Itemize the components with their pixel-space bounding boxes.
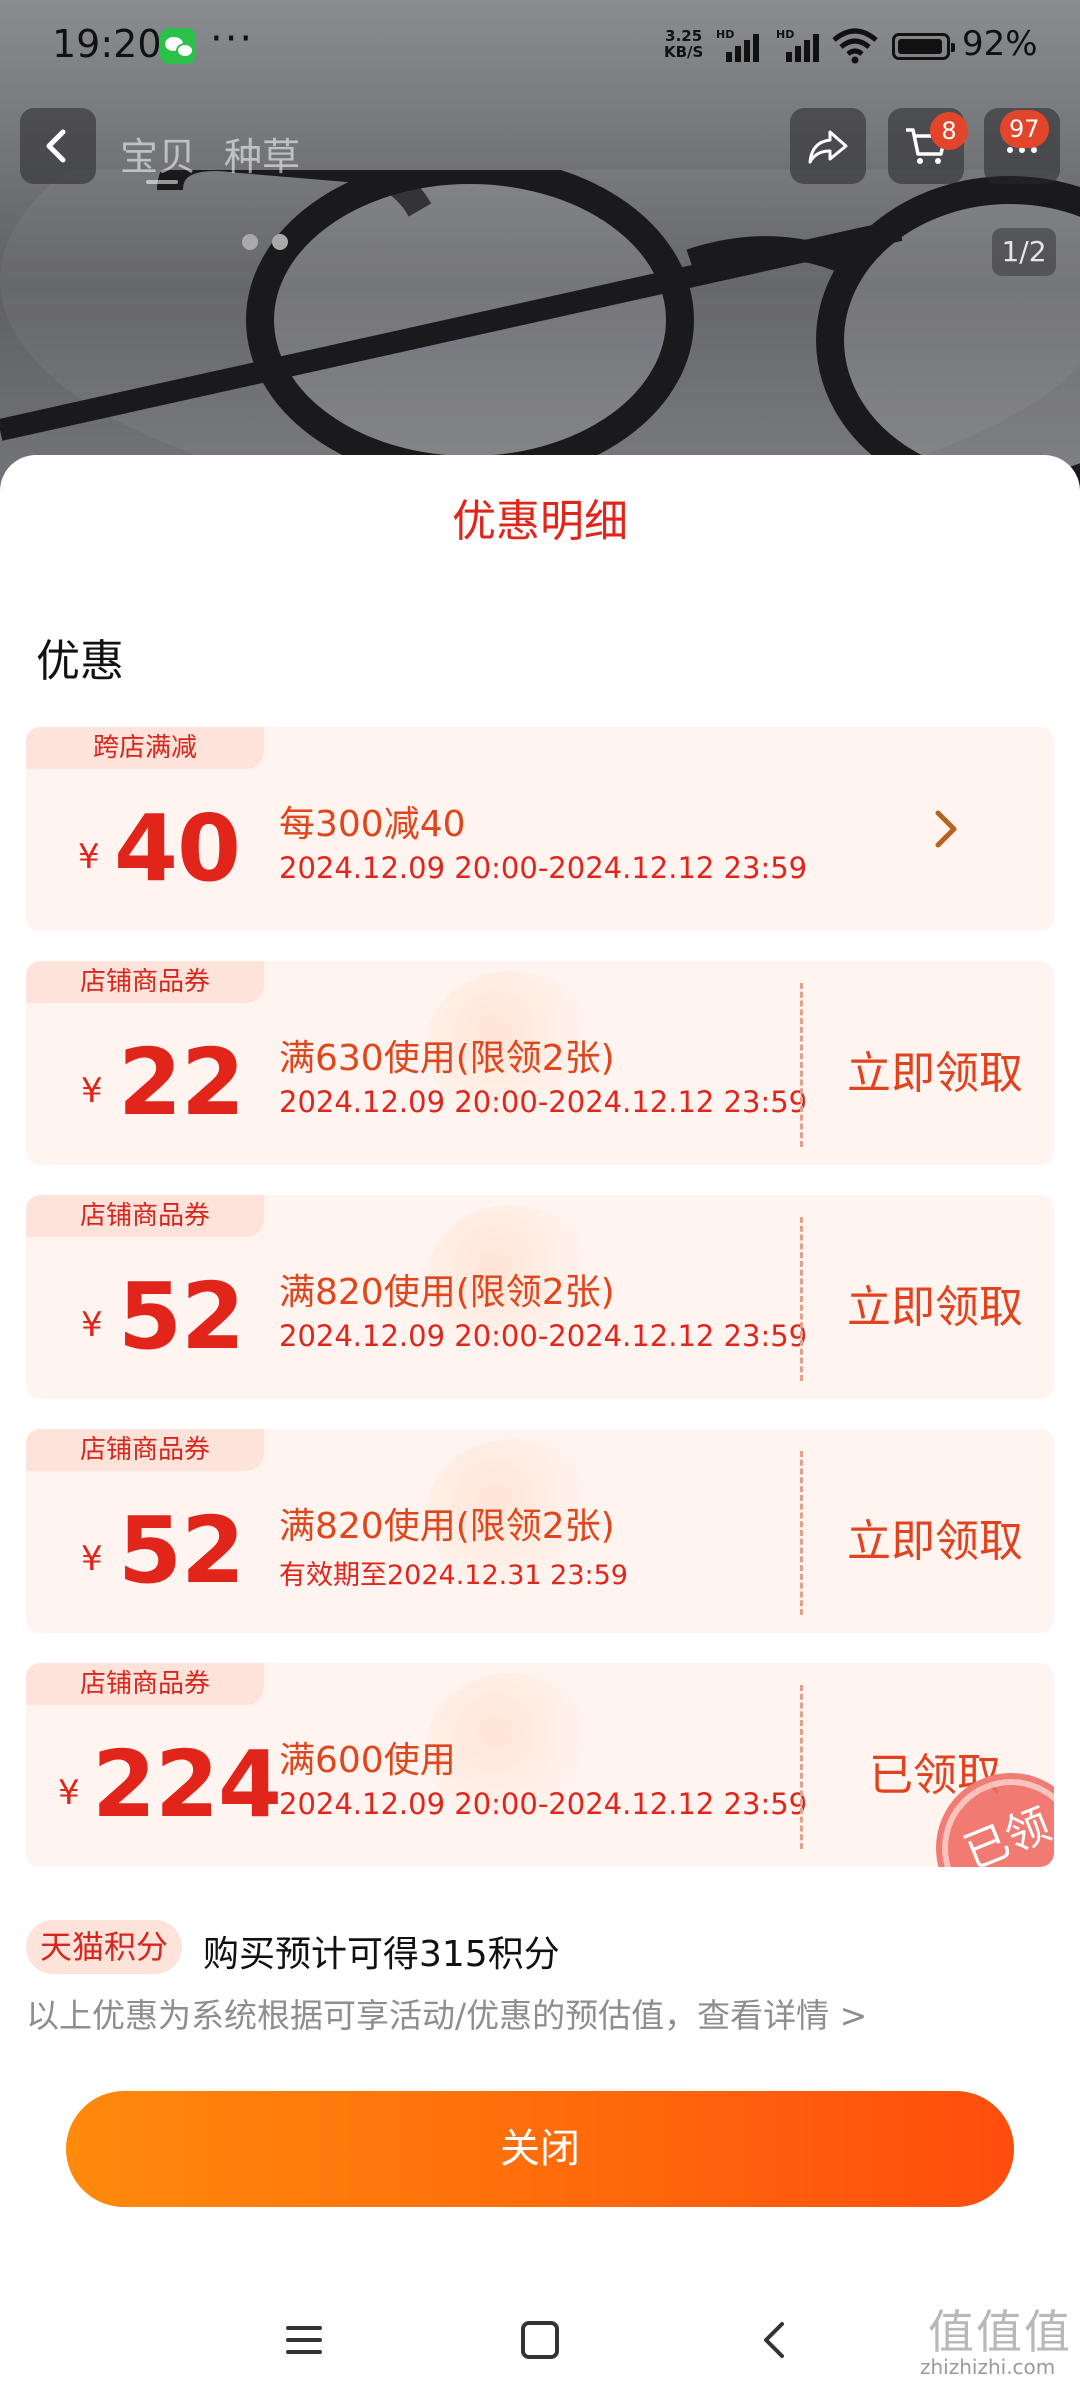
- coupon-tag: 店铺商品券: [26, 1195, 264, 1237]
- watermark-site: zhizhizhi.com: [920, 2355, 1056, 2379]
- coupon-condition: 每300减40: [279, 804, 466, 845]
- coupon-validity: 2024.12.09 20:00-2024.12.12 23:59: [279, 851, 808, 885]
- network-speed-unit: KB/S: [664, 43, 704, 61]
- product-photo-glasses: [0, 170, 1080, 490]
- hd-label: HD: [716, 28, 735, 41]
- currency-symbol: ¥: [81, 1071, 103, 1111]
- network-speed: 3.25 KB/S: [664, 28, 703, 60]
- back-button[interactable]: [20, 108, 96, 184]
- coupon-condition: 满820使用(限领2张): [279, 1272, 615, 1313]
- back-icon[interactable]: [746, 2310, 806, 2370]
- wifi-icon: [832, 28, 878, 64]
- close-button[interactable]: 关闭: [66, 2091, 1014, 2207]
- claim-coupon-button[interactable]: 立即领取: [816, 1505, 1054, 1569]
- currency-symbol: ¥: [58, 1773, 80, 1813]
- coupon-amount: 40: [114, 795, 241, 902]
- sheet-title: 优惠明细: [452, 496, 628, 547]
- system-navigation-bar: [0, 2280, 1080, 2400]
- coupon-tag: 店铺商品券: [26, 961, 264, 1003]
- coupon-amount: 52: [118, 1263, 245, 1370]
- coupon-validity: 2024.12.09 20:00-2024.12.12 23:59: [279, 1085, 808, 1119]
- view-details-link[interactable]: 以上优惠为系统根据可享活动/优惠的预估值，查看详情 >: [26, 1989, 867, 2037]
- status-time: 19:20: [52, 22, 162, 66]
- watermark-logo: 值值值: [928, 2305, 1072, 2359]
- coupon-amount: 52: [118, 1497, 245, 1604]
- points-tag: 天猫积分: [26, 1920, 183, 1974]
- points-estimate: 购买预计可得315积分: [203, 1934, 560, 1975]
- signal-strength-icon-1: HD: [716, 28, 768, 62]
- coupon-store: 店铺商品券 ¥ 52 满820使用(限领2张) 2024.12.09 20:00…: [26, 1195, 1054, 1399]
- coupon-store: 店铺商品券 ¥ 22 满630使用(限领2张) 2024.12.09 20:00…: [26, 961, 1054, 1165]
- cart-count-badge: 8: [930, 112, 968, 150]
- coupon-tag: 跨店满减: [26, 727, 264, 769]
- share-button[interactable]: [790, 108, 866, 184]
- coupon-amount: 22: [118, 1029, 245, 1136]
- status-bar: 19:20 ··· 3.25 KB/S HD HD 92%: [0, 0, 1080, 96]
- image-counter: 1/2: [992, 228, 1056, 276]
- menu-icon[interactable]: [274, 2310, 334, 2370]
- coupon-validity: 2024.12.09 20:00-2024.12.12 23:59: [279, 1787, 808, 1821]
- more-notifications-icon: ···: [210, 16, 255, 62]
- currency-symbol: ¥: [81, 1305, 103, 1345]
- home-icon[interactable]: [510, 2310, 570, 2370]
- coupon-validity: 有效期至2024.12.31 23:59: [279, 1560, 628, 1591]
- coupon-condition: 满820使用(限领2张): [279, 1506, 615, 1547]
- currency-symbol: ¥: [81, 1539, 103, 1579]
- battery-percentage: 92%: [962, 24, 1038, 64]
- coupon-tag: 店铺商品券: [26, 1429, 264, 1471]
- coupon-store-claimed: 店铺商品券 ¥ 224 满600使用 2024.12.09 20:00-2024…: [26, 1663, 1054, 1867]
- battery-icon: [892, 33, 955, 60]
- coupon-amount: 224: [92, 1731, 282, 1838]
- section-title: 优惠: [36, 636, 124, 687]
- back-arrow-icon: [46, 129, 66, 163]
- coupon-divider: [800, 1685, 803, 1849]
- discount-detail-sheet: 优惠明细 优惠 跨店满减 ¥ 40 每300减40 2024.12.09 20:…: [0, 455, 1080, 2400]
- coupon-divider: [800, 1217, 803, 1381]
- message-count-badge: 97: [1000, 110, 1049, 148]
- coupon-condition: 满600使用: [279, 1740, 456, 1781]
- coupon-validity: 2024.12.09 20:00-2024.12.12 23:59: [279, 1319, 808, 1353]
- claim-coupon-button[interactable]: 立即领取: [816, 1037, 1054, 1101]
- hd-label-2: HD: [776, 28, 795, 41]
- chevron-right-icon[interactable]: [926, 805, 966, 853]
- coupon-condition: 满630使用(限领2张): [279, 1038, 615, 1079]
- coupon-divider: [800, 1451, 803, 1615]
- network-speed-value: 3.25: [665, 27, 703, 45]
- tab-recommend[interactable]: 种草: [224, 126, 300, 181]
- active-tab-indicator: [146, 180, 178, 184]
- claim-coupon-button[interactable]: 立即领取: [816, 1271, 1054, 1335]
- wechat-notification-icon: [160, 28, 196, 64]
- tab-product[interactable]: 宝贝: [120, 126, 196, 181]
- coupon-store: 店铺商品券 ¥ 52 满820使用(限领2张) 有效期至2024.12.31 2…: [26, 1429, 1054, 1633]
- share-icon: [808, 130, 848, 164]
- coupon-cross-store[interactable]: 跨店满减 ¥ 40 每300减40 2024.12.09 20:00-2024.…: [26, 727, 1054, 931]
- signal-strength-icon-2: HD: [776, 28, 828, 62]
- coupon-divider: [800, 983, 803, 1147]
- currency-symbol: ¥: [78, 837, 100, 877]
- coupon-tag: 店铺商品券: [26, 1663, 264, 1705]
